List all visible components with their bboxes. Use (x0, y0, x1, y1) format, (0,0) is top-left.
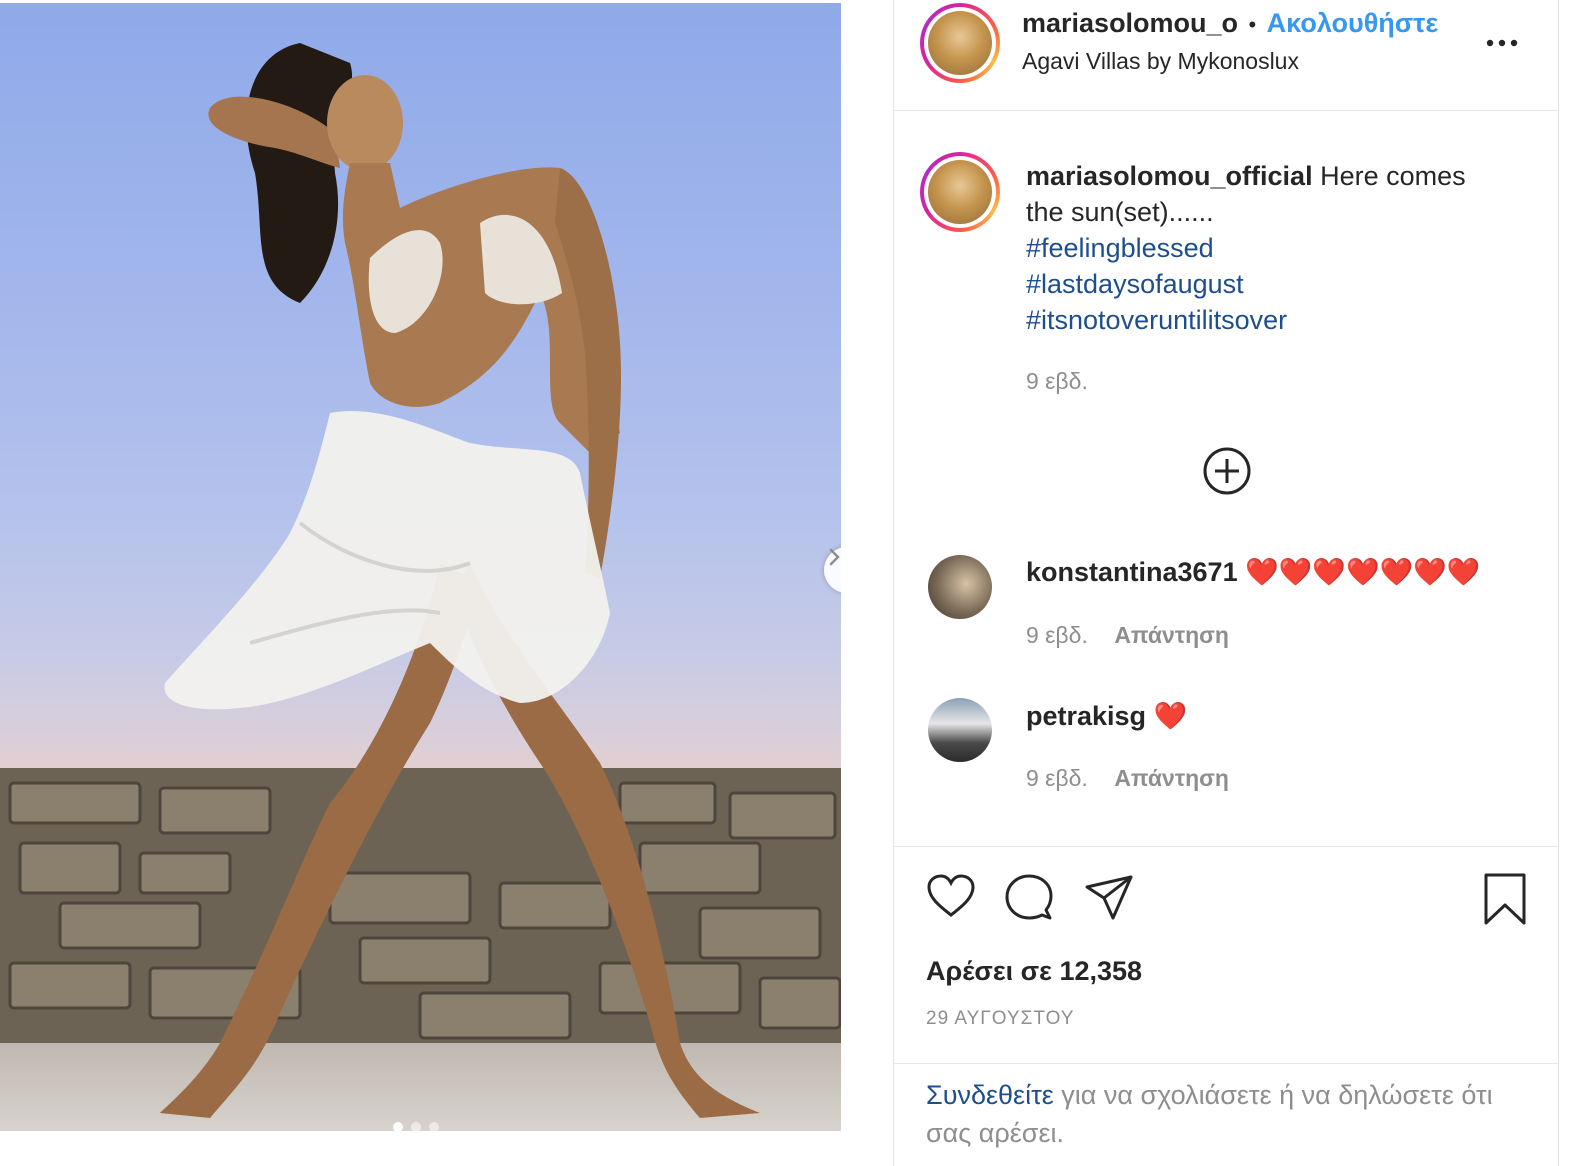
ellipsis-icon (1486, 39, 1518, 47)
reply-button[interactable]: Απάντηση (1114, 622, 1229, 648)
photo-scene (8, 43, 841, 1118)
comment-meta: 9 εβδ. Απάντηση (1026, 765, 1229, 792)
divider (894, 1063, 1558, 1064)
post-side-panel: mariasolomou_o • Ακολουθήστε Agavi Villa… (893, 0, 1559, 1166)
header-separator: • (1248, 12, 1257, 37)
comment-time[interactable]: 9 εβδ. (1026, 622, 1088, 648)
follow-button[interactable]: Ακολουθήστε (1267, 8, 1438, 38)
like-button[interactable] (926, 872, 976, 927)
more-options-button[interactable] (1486, 36, 1518, 55)
comment: petrakisg ❤️ (1026, 700, 1187, 732)
plus-circle-icon (1203, 447, 1251, 495)
post-location[interactable]: Agavi Villas by Mykonoslux (1022, 48, 1299, 75)
author-avatar-image (928, 11, 992, 75)
carousel-dot (429, 1122, 439, 1131)
comment-time[interactable]: 9 εβδ. (1026, 765, 1088, 791)
hashtag-link[interactable]: #feelingblessed (1026, 230, 1506, 266)
reply-button[interactable]: Απάντηση (1114, 765, 1229, 791)
login-link[interactable]: Συνδεθείτε (926, 1080, 1054, 1110)
post-photo[interactable] (0, 3, 841, 1131)
divider (894, 846, 1558, 847)
load-more-comments-button[interactable] (1202, 446, 1252, 501)
likes-count[interactable]: Αρέσει σε 12,358 (926, 956, 1142, 987)
carousel-dot (411, 1122, 421, 1131)
login-prompt: Συνδεθείτε για να σχολιάσετε ή να δηλώσε… (926, 1076, 1526, 1152)
share-button[interactable] (1084, 872, 1134, 927)
commenter-avatar[interactable] (928, 698, 992, 762)
paper-plane-icon (1085, 875, 1133, 920)
commenter-avatar[interactable] (928, 555, 992, 619)
hashtag-link[interactable]: #itsnotoveruntilitsover (1026, 302, 1506, 338)
comment-username[interactable]: petrakisg (1026, 701, 1146, 731)
caption-avatar-image (928, 160, 992, 224)
heart-icon (927, 874, 975, 917)
comment-text: ❤️❤️❤️❤️❤️❤️❤️ (1245, 557, 1481, 587)
comment-button[interactable] (1004, 872, 1054, 927)
comment-text: ❤️ (1153, 701, 1188, 731)
caption-author-avatar[interactable] (920, 152, 1000, 232)
comment-meta: 9 εβδ. Απάντηση (1026, 622, 1229, 649)
divider (894, 110, 1558, 111)
comment-username[interactable]: konstantina3671 (1026, 557, 1238, 587)
caption-time[interactable]: 9 εβδ. (1026, 368, 1088, 395)
hashtag-link[interactable]: #lastdaysofaugust (1026, 266, 1506, 302)
chevron-right-icon (829, 548, 840, 566)
carousel-dot (393, 1122, 403, 1131)
author-avatar[interactable] (920, 3, 1000, 83)
comment: konstantina3671 ❤️❤️❤️❤️❤️❤️❤️ (1026, 556, 1480, 588)
caption-username[interactable]: mariasolomou_official (1026, 161, 1313, 191)
bookmark-icon (1484, 873, 1526, 925)
save-button[interactable] (1482, 872, 1528, 931)
post-header-line: mariasolomou_o • Ακολουθήστε (1022, 8, 1438, 39)
comment-icon (1005, 874, 1053, 920)
carousel-dots (393, 1122, 439, 1131)
author-username[interactable]: mariasolomou_o (1022, 8, 1238, 38)
post-caption: mariasolomou_official Here comes the sun… (1026, 158, 1506, 338)
post-date[interactable]: 29 ΑΥΓΟΥΣΤΟΥ (926, 1008, 1074, 1030)
